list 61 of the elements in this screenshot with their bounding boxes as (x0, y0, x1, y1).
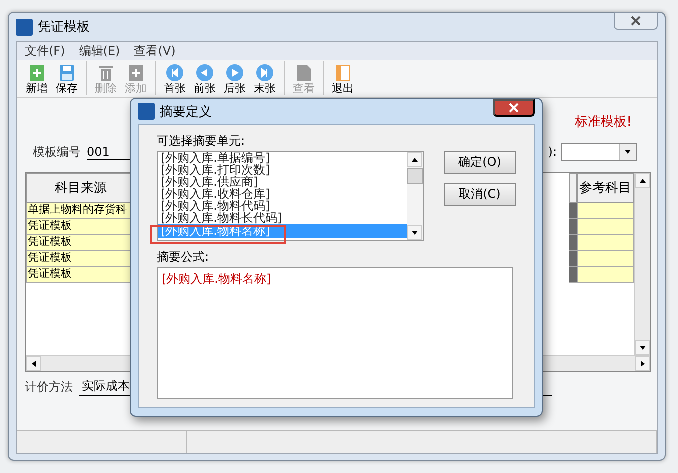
toolbar-button[interactable]: 保存 (53, 64, 81, 95)
dialog-button[interactable]: 确定(O) (444, 151, 516, 174)
field-label: ): (548, 145, 557, 159)
menu-item[interactable]: 查看(V) (134, 42, 176, 60)
table-cell (577, 251, 634, 267)
toolbar-button[interactable]: 退出 (329, 64, 357, 95)
scroll-thumb[interactable] (407, 168, 423, 184)
app-logo-icon (16, 18, 33, 36)
list-item[interactable]: [外购入库.打印次数] (161, 164, 407, 176)
table-cell (577, 235, 634, 251)
back-circle-icon (196, 64, 214, 82)
dialog-button[interactable]: 取消(C) (444, 183, 516, 206)
template-number-label: 模板编号 (33, 144, 81, 160)
pricing-method-label: 计价方法 (25, 378, 73, 396)
column-header (569, 173, 577, 203)
up-arrow-icon (410, 156, 418, 164)
list-label: 可选择摘要单元: (157, 133, 246, 149)
toolbar-button[interactable]: 前张 (191, 64, 219, 95)
app-logo-icon (138, 103, 155, 120)
dialog-title: 摘要定义 (160, 104, 212, 120)
window-title: 凭证模板 (38, 19, 91, 36)
up-arrow-icon (638, 176, 646, 184)
list-item[interactable]: [外购入库.物料代码] (161, 200, 407, 212)
toolbar-button[interactable]: 新增 (23, 64, 51, 95)
notice-text: 标准模板! (574, 114, 632, 130)
dropdown-field[interactable] (561, 143, 637, 161)
down-arrow-icon (638, 344, 646, 352)
close-button[interactable] (493, 99, 535, 117)
trash-icon (98, 64, 114, 82)
down-arrow-icon (624, 148, 632, 156)
column-header: 参考科目 (577, 173, 634, 203)
left-arrow-icon (30, 360, 38, 368)
formula-field[interactable]: [外购入库.物料名称] (157, 267, 513, 399)
list-item[interactable]: [外购入库.单据编号] (161, 152, 407, 164)
close-icon (509, 103, 519, 113)
formula-label: 摘要公式: (157, 249, 210, 265)
close-button[interactable] (614, 12, 658, 30)
back-circle-icon (166, 64, 184, 82)
door-icon (335, 64, 351, 82)
close-icon (631, 16, 641, 26)
list-item[interactable]: [外购入库.供应商] (161, 176, 407, 188)
forward-circle-icon (226, 64, 244, 82)
list-item[interactable]: [外购入库.收料仓库] (161, 188, 407, 200)
plus-page-icon (29, 64, 45, 82)
menu-item[interactable]: 文件(F) (25, 42, 66, 60)
plus-page-icon (128, 64, 144, 82)
menu-item[interactable]: 编辑(E) (79, 42, 120, 60)
page-icon (296, 64, 312, 82)
vertical-scrollbar[interactable] (634, 173, 650, 355)
table-cell (577, 203, 634, 219)
forward-circle-icon (256, 64, 274, 82)
toolbar-button[interactable]: 末张 (251, 64, 279, 95)
right-arrow-icon (638, 360, 646, 368)
list-item[interactable]: [外购入库.物料长代码] (161, 212, 407, 224)
table-cell (577, 267, 634, 283)
table-cell (577, 219, 634, 235)
list-scrollbar[interactable] (407, 152, 423, 240)
toolbar-button[interactable]: 首张 (161, 64, 189, 95)
save-icon (59, 64, 75, 82)
down-arrow-icon (410, 228, 418, 236)
toolbar-button[interactable]: 后张 (221, 64, 249, 95)
